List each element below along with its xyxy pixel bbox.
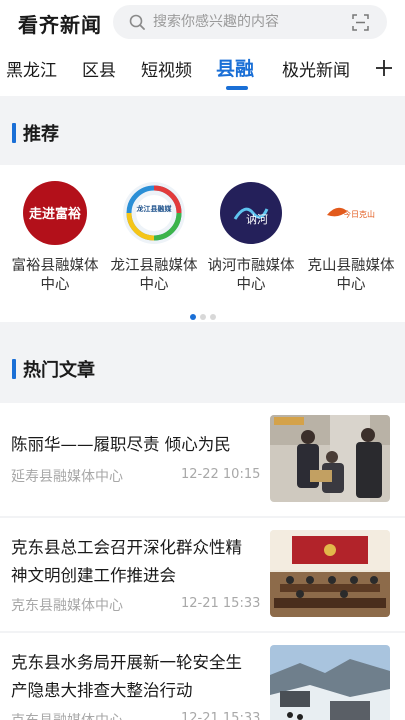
nehe-logo-text: 讷河 (246, 213, 268, 226)
fuyu-logo-text: 走进富裕 (29, 206, 81, 222)
tab-district[interactable]: 区县 (82, 56, 116, 81)
longjiang-logo-text: 龙江县融媒 (136, 204, 173, 213)
carousel-pagination (0, 305, 405, 320)
tab-short-video[interactable]: 短视频 (141, 56, 192, 81)
longjiang-logo: 龙江县融媒 (122, 181, 186, 245)
scan-icon[interactable] (352, 14, 369, 31)
tab-aurora-news[interactable]: 极光新闻 (282, 56, 350, 81)
article-title: 陈丽华——履职尽责 倾心为民 (11, 435, 231, 454)
article-thumbnail (270, 645, 390, 720)
app-logo: 看齐新闻 (18, 13, 102, 37)
search-bar[interactable] (113, 5, 387, 39)
add-channel-icon[interactable] (374, 58, 394, 78)
keshan-logo: 今日克山 (319, 181, 383, 245)
channel-tabs: 黑龙江 区县 短视频 县融 极光新闻 (0, 50, 405, 96)
article-item[interactable]: 克东县总工会召开深化群众性精神文明创建工作推进会 克东县融媒体中心 12-21 … (0, 518, 405, 631)
hot-section-header: 热门文章 (0, 344, 405, 394)
active-tab-indicator (226, 86, 248, 90)
search-input[interactable] (153, 5, 343, 39)
tab-heilongjiang[interactable]: 黑龙江 (6, 56, 57, 81)
app-screen: 看齐新闻 黑龙江 区县 短视频 县融 极光新闻 (0, 0, 405, 720)
article-thumbnail (270, 415, 390, 502)
search-icon (129, 14, 145, 30)
article-source: 克东县融媒体中心 (11, 710, 123, 720)
keshan-logo-text: 今日克山 (343, 209, 375, 219)
article-thumbnail (270, 530, 390, 617)
media-center-name: 龙江县融媒体中心 (110, 258, 198, 293)
media-center-item[interactable]: 龙江县融媒 龙江县融媒体中心 (104, 181, 204, 295)
tab-county-media[interactable]: 县融 (216, 54, 254, 81)
article-time: 12-21 15:33 (181, 711, 261, 720)
media-center-item[interactable]: 讷河 讷河市融媒体中心 (201, 181, 301, 295)
article-item[interactable]: 克东县水务局开展新一轮安全生产隐患大排查大整治行动 克东县融媒体中心 12-21… (0, 633, 405, 720)
article-time: 12-22 10:15 (181, 467, 261, 482)
article-title: 克东县总工会召开深化群众性精神文明创建工作推进会 (11, 538, 242, 585)
hot-articles-title: 热门文章 (23, 360, 95, 381)
recommend-section-header: 推荐 (0, 108, 405, 158)
article-item[interactable]: 陈丽华——履职尽责 倾心为民 延寿县融媒体中心 12-22 10:15 (0, 403, 405, 516)
section-accent-bar (12, 123, 16, 143)
pagination-dot[interactable] (209, 314, 216, 320)
pagination-dot[interactable] (189, 314, 196, 320)
article-time: 12-21 15:33 (181, 596, 261, 611)
article-source: 延寿县融媒体中心 (11, 469, 123, 485)
media-center-name: 讷河市融媒体中心 (207, 258, 295, 293)
recommend-title: 推荐 (23, 124, 59, 145)
media-center-item[interactable]: 走进富裕 富裕县融媒体中心 (5, 181, 105, 295)
nehe-logo: 讷河 (219, 181, 283, 245)
media-center-name: 富裕县融媒体中心 (11, 258, 99, 293)
recommend-carousel: 走进富裕 富裕县融媒体中心 龙江县融媒 龙江县融媒体中心 讷河 讷河市融媒体中心… (0, 165, 405, 322)
media-center-item[interactable]: 今日克山 克山县融媒体中心 (301, 181, 401, 295)
top-header: 看齐新闻 黑龙江 区县 短视频 县融 极光新闻 (0, 0, 405, 96)
article-source: 克东县融媒体中心 (11, 598, 123, 614)
fuyu-logo: 走进富裕 (23, 181, 87, 245)
media-center-name: 克山县融媒体中心 (307, 258, 395, 293)
section-accent-bar (12, 359, 16, 379)
article-title: 克东县水务局开展新一轮安全生产隐患大排查大整治行动 (11, 653, 242, 700)
pagination-dot[interactable] (199, 314, 206, 320)
